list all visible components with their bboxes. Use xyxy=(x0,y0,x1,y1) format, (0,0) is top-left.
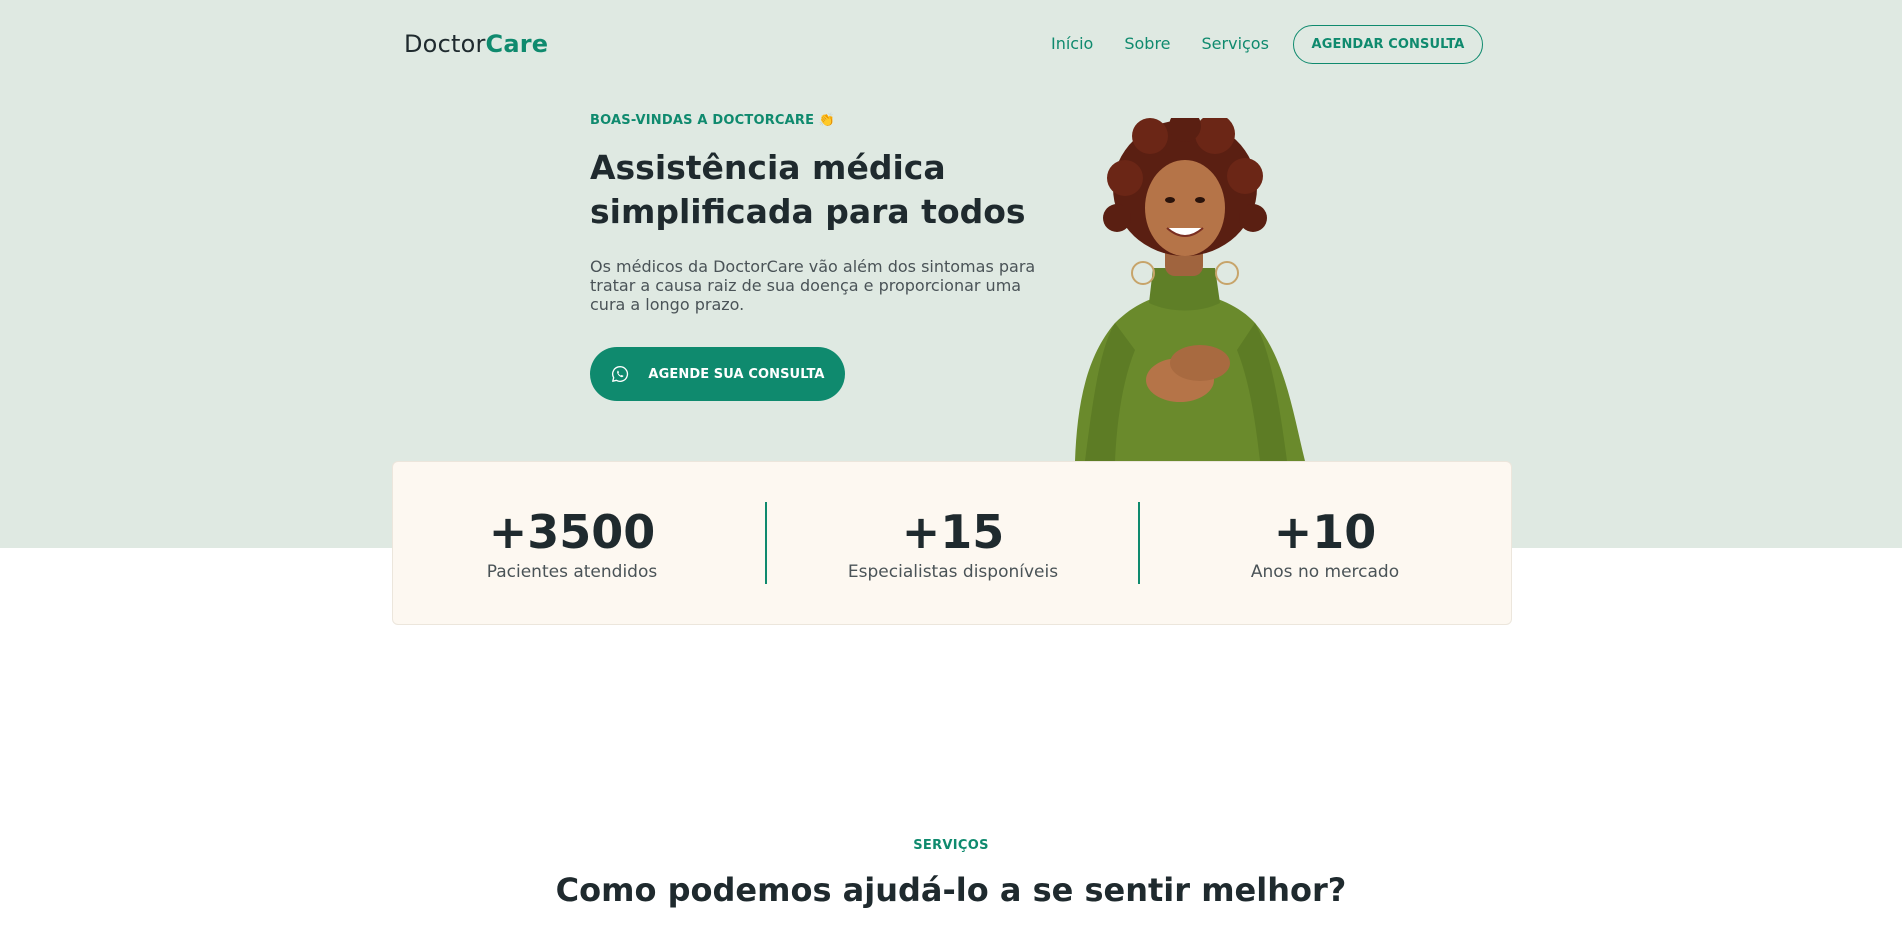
logo-accent: Care xyxy=(485,30,549,58)
stat-value: +3500 xyxy=(488,505,656,559)
services-title: Como podemos ajudá-lo a se sentir melhor… xyxy=(555,871,1347,909)
hero-eyebrow: BOAS-VINDAS A DOCTORCARE 👏 xyxy=(590,113,836,128)
nav-link-inicio[interactable]: Início xyxy=(1051,34,1093,53)
stats-card: +3500 Pacientes atendidos +15 Especialis… xyxy=(392,461,1512,625)
stat-value: +10 xyxy=(1273,505,1377,559)
logo-primary: Doctor xyxy=(404,30,486,58)
book-appointment-label: AGENDE SUA CONSULTA xyxy=(648,366,825,382)
nav-link-sobre[interactable]: Sobre xyxy=(1124,34,1170,53)
stat-label: Especialistas disponíveis xyxy=(847,562,1059,582)
stat-value: +15 xyxy=(901,505,1005,559)
stat-divider xyxy=(1138,502,1140,584)
book-appointment-button[interactable]: AGENDE SUA CONSULTA xyxy=(590,347,845,401)
hero-title: Assistência médica simplificada para tod… xyxy=(590,146,1050,234)
nav-link-servicos[interactable]: Serviços xyxy=(1202,34,1269,53)
doctor-care-woman-photo xyxy=(1075,118,1305,461)
stat-patients: +3500 Pacientes atendidos xyxy=(422,506,722,582)
stat-divider xyxy=(765,502,767,584)
hero-title-line2: simplificada para todos xyxy=(590,192,1026,231)
hero-description: Os médicos da DoctorCare vão além dos si… xyxy=(590,257,1036,314)
stat-specialists: +15 Especialistas disponíveis xyxy=(803,506,1103,582)
main-nav: Início Sobre Serviços xyxy=(1051,34,1269,53)
schedule-appointment-button[interactable]: AGENDAR CONSULTA xyxy=(1293,25,1483,64)
stat-years: +10 Anos no mercado xyxy=(1175,506,1475,582)
stat-label: Pacientes atendidos xyxy=(486,562,658,582)
whatsapp-icon xyxy=(612,365,629,382)
logo[interactable]: DoctorCare xyxy=(404,30,548,58)
stat-label: Anos no mercado xyxy=(1250,562,1400,582)
hero-title-line1: Assistência médica xyxy=(590,148,946,187)
services-eyebrow: SERVIÇOS xyxy=(913,838,989,853)
